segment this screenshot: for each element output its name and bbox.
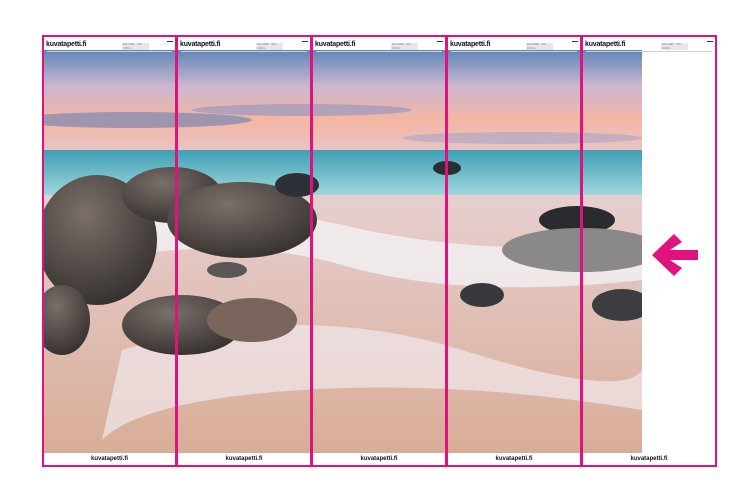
panel-brand: kuvatapetti.fi: [585, 41, 626, 48]
panel-rule: [47, 51, 172, 52]
panel-footer: kuvatapetti.fi: [495, 456, 533, 462]
panel-dash: [572, 41, 578, 42]
panel-dash: [707, 41, 713, 42]
panel-footer: kuvatapetti.fi: [90, 456, 128, 462]
panel-code: KU-1232 · 5/5 · 3.00m: [122, 43, 149, 50]
panel-code: KU-1232 · 5/5 · 3.00m: [256, 43, 283, 50]
panel-rule: [451, 51, 577, 52]
panel-3: kuvatapetti.fi KU-1232 · 5/5 · 3.00m kuv…: [312, 35, 447, 467]
panel-code: KU-1232 · 5/5 · 3.00m: [391, 43, 418, 50]
panel-code: KU-1232 · 5/5 · 3.00m: [661, 43, 688, 50]
panel-brand: kuvatapetti.fi: [315, 41, 356, 48]
panel-dash: [302, 41, 308, 42]
panel-rule: [181, 51, 307, 52]
panel-4: kuvatapetti.fi KU-1232 · 5/5 · 3.00m kuv…: [447, 35, 582, 467]
panel-footer: kuvatapetti.fi: [630, 456, 668, 462]
panel-rule: [586, 51, 712, 52]
panel-1: kuvatapetti.fi KU-1232 · 5/5 · 3.00m kuv…: [42, 35, 177, 467]
wallpaper-sheet: kuvatapetti.fi KU-1232 · 5/5 · 3.00m kuv…: [42, 35, 717, 467]
panel-dash: [437, 41, 443, 42]
panel-brand: kuvatapetti.fi: [180, 41, 221, 48]
panel-dash: [167, 41, 173, 42]
panel-footer: kuvatapetti.fi: [360, 456, 398, 462]
panel-brand: kuvatapetti.fi: [46, 41, 87, 48]
panel-brand: kuvatapetti.fi: [450, 41, 491, 48]
arrow-left-icon: [652, 234, 698, 276]
panel-rule: [316, 51, 442, 52]
panel-code: KU-1232 · 5/5 · 3.00m: [526, 43, 553, 50]
panel-footer: kuvatapetti.fi: [225, 456, 263, 462]
panel-2: kuvatapetti.fi KU-1232 · 5/5 · 3.00m kuv…: [177, 35, 312, 467]
